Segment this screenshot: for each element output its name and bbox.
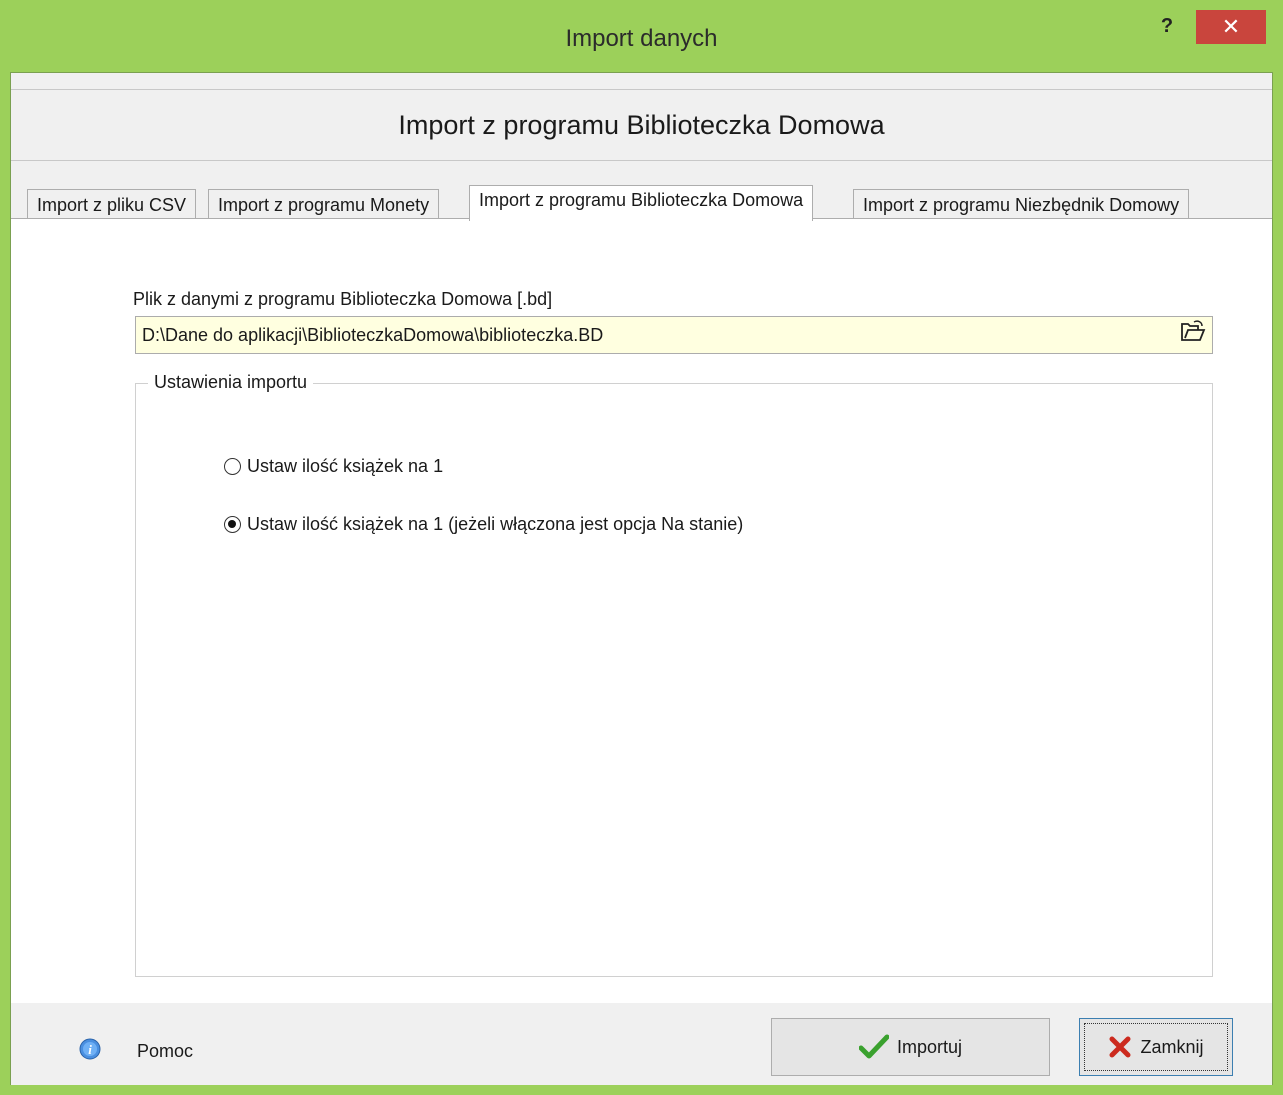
focus-rectangle [1084, 1023, 1228, 1071]
title-bar[interactable]: Import danych ? ✕ [0, 0, 1283, 72]
tab-panel: Plik z danymi z programu Biblioteczka Do… [11, 218, 1272, 1004]
import-button-label: Importuj [896, 1036, 963, 1057]
file-label: Plik z danymi z programu Biblioteczka Do… [133, 289, 553, 309]
option-set-count[interactable]: Ustaw ilość książek na 1 [224, 456, 443, 477]
footer-bar: i Pomoc Importuj Zamknij [11, 1003, 1272, 1085]
svg-text:i: i [88, 1042, 92, 1057]
checkmark-icon [858, 1034, 889, 1059]
import-button[interactable]: Importuj [771, 1018, 1050, 1076]
tab-import-monety[interactable]: Import z programu Monety [208, 189, 440, 220]
option-set-count-in-stock[interactable]: Ustaw ilość książek na 1 (jeżeli włączon… [224, 514, 743, 535]
option-label: Ustaw ilość książek na 1 (jeżeli włączon… [247, 514, 744, 534]
dialog-window: Import danych ? ✕ Import z programu Bibl… [0, 0, 1283, 1095]
import-settings-group: Ustawienia importu Ustaw ilość książek n… [135, 372, 1213, 977]
group-title: Ustawienia importu [148, 372, 314, 393]
file-path-input[interactable] [135, 316, 1213, 354]
option-label: Ustaw ilość książek na 1 [247, 456, 444, 476]
radio-checked[interactable] [224, 516, 241, 533]
browse-button[interactable] [1177, 320, 1209, 350]
window-title: Import danych [565, 25, 718, 52]
info-icon[interactable]: i [79, 1038, 101, 1065]
tab-import-csv[interactable]: Import z pliku CSV [27, 189, 197, 220]
radio-unchecked[interactable] [224, 458, 241, 475]
tab-import-niezbednik[interactable]: Import z programu Niezbędnik Domowy [853, 189, 1190, 220]
folder-open-icon [1181, 320, 1206, 341]
header-band: Import z programu Biblioteczka Domowa [11, 89, 1272, 161]
close-button[interactable]: Zamknij [1079, 1018, 1233, 1076]
dialog-client-area: Import z programu Biblioteczka Domowa Im… [10, 72, 1273, 1085]
help-link[interactable]: Pomoc [137, 1041, 193, 1062]
page-title: Import z programu Biblioteczka Domowa [398, 110, 885, 140]
help-button[interactable]: ? [1150, 12, 1184, 40]
tab-import-biblioteczka[interactable]: Import z programu Biblioteczka Domowa [469, 185, 814, 221]
close-window-button[interactable]: ✕ [1196, 10, 1266, 44]
